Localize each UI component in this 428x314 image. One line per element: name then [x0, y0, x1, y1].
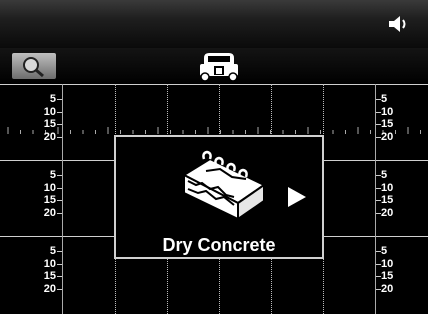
depth-tick: [57, 263, 62, 265]
depth-label-left: 10: [43, 105, 56, 118]
depth-tick: [57, 136, 62, 138]
depth-tick: [376, 175, 381, 176]
depth-label-left: 20: [43, 130, 56, 143]
material-mode-popup[interactable]: Dry Concrete: [114, 135, 324, 259]
depth-tick: [376, 263, 381, 265]
depth-label-right: 15: [381, 270, 394, 282]
depth-tick: [57, 276, 62, 277]
depth-label-left: 15: [43, 118, 56, 130]
depth-label-right: 15: [381, 194, 394, 206]
depth-label-right: 15: [381, 118, 394, 130]
depth-tick: [376, 124, 381, 125]
depth-tick: [376, 212, 381, 214]
depth-tick: [57, 251, 62, 252]
depth-label-left: 5: [49, 169, 56, 181]
speaker-volume-icon[interactable]: [388, 14, 410, 34]
depth-tick: [57, 111, 62, 113]
depth-label-left: 20: [43, 206, 56, 219]
depth-tick: [57, 175, 62, 176]
play-arrow-icon[interactable]: [286, 185, 308, 209]
depth-tick: [376, 136, 381, 138]
depth-tick: [376, 200, 381, 201]
depth-tick: [57, 99, 62, 100]
depth-tick: [57, 288, 62, 290]
depth-tick: [57, 212, 62, 214]
status-bar: [0, 0, 428, 48]
band-divider: [0, 84, 428, 85]
magnifier-icon: [23, 57, 44, 78]
depth-tick: [376, 187, 381, 189]
depth-label-left: 15: [43, 194, 56, 206]
depth-tick: [376, 111, 381, 113]
concrete-block-icon: [181, 150, 266, 221]
depth-tick: [57, 124, 62, 125]
toolbar: [0, 48, 428, 134]
depth-tick: [376, 276, 381, 277]
scanner-screen: 5 5 10 10 15 15 20 20 5 5 10 10 15 15 20 20 5 5 10 10 15 15 20…: [0, 0, 428, 314]
depth-label-left: 5: [49, 245, 56, 257]
depth-tick: [376, 99, 381, 100]
depth-label-right: 5: [381, 245, 388, 257]
depth-label-left: 10: [43, 181, 56, 194]
depth-label-right: 10: [381, 181, 394, 194]
depth-axis-line: [375, 84, 376, 314]
depth-tick: [57, 200, 62, 201]
depth-label-right: 20: [381, 206, 394, 219]
depth-tick: [57, 187, 62, 189]
material-mode-label: Dry Concrete: [162, 235, 276, 255]
depth-label-left: 15: [43, 270, 56, 282]
zoom-button[interactable]: [12, 53, 56, 79]
depth-label-right: 20: [381, 130, 394, 143]
depth-tick: [376, 251, 381, 252]
depth-label-right: 5: [381, 93, 388, 105]
depth-axis-line: [62, 84, 63, 314]
depth-label-left: 20: [43, 282, 56, 295]
depth-label-right: 20: [381, 282, 394, 295]
depth-label-right: 10: [381, 105, 394, 118]
depth-label-left: 5: [49, 93, 56, 105]
depth-label-right: 5: [381, 169, 388, 181]
depth-label-right: 10: [381, 257, 394, 270]
depth-tick: [376, 288, 381, 290]
depth-label-left: 10: [43, 257, 56, 270]
scanner-cart-icon[interactable]: [196, 50, 242, 84]
